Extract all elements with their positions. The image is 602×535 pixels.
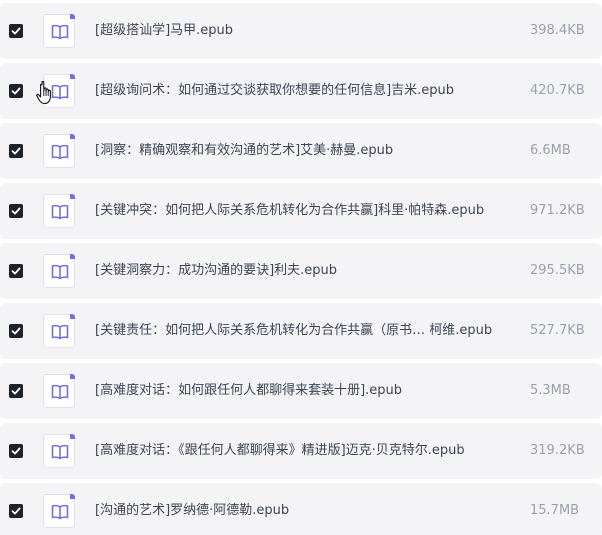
file-checkbox[interactable]	[9, 384, 23, 398]
file-checkbox[interactable]	[9, 204, 23, 218]
file-row[interactable]: [超级搭讪学]马甲.epub 398.4KB	[0, 3, 602, 59]
file-name: [关键洞察力：成功沟通的要诀]利夫.epub	[95, 263, 338, 278]
file-row[interactable]: [关键责任：如何把人际关系危机转化为合作共赢（原书… 柯维.epub 527.7…	[0, 303, 602, 359]
file-checkbox[interactable]	[9, 84, 23, 98]
file-checkbox[interactable]	[9, 324, 23, 338]
book-icon	[43, 74, 75, 108]
file-name: [洞察：精确观察和有效沟通的艺术]艾美·赫曼.epub	[95, 143, 394, 158]
book-icon	[43, 314, 75, 348]
book-icon	[43, 14, 75, 48]
file-size: 5.3MB	[530, 383, 571, 398]
file-checkbox[interactable]	[9, 504, 23, 518]
book-icon	[43, 374, 75, 408]
checkmark-icon	[11, 207, 21, 215]
file-size: 971.2KB	[530, 203, 585, 218]
file-name: [沟通的艺术]罗纳德·阿德勒.epub	[95, 503, 290, 518]
file-name: [超级询问术：如何通过交谈获取你想要的任何信息]吉米.epub	[95, 83, 455, 98]
file-name: [关键责任：如何把人际关系危机转化为合作共赢（原书… 柯维.epub	[95, 323, 493, 338]
book-icon	[43, 494, 75, 528]
file-row[interactable]: [沟通的艺术]罗纳德·阿德勒.epub 15.7MB	[0, 483, 602, 535]
file-checkbox[interactable]	[9, 264, 23, 278]
file-row[interactable]: [关键洞察力：成功沟通的要诀]利夫.epub 295.5KB	[0, 243, 602, 299]
file-size: 319.2KB	[530, 443, 585, 458]
file-name: [高难度对话：如何跟任何人都聊得来套装十册].epub	[95, 383, 403, 398]
book-icon	[43, 194, 75, 228]
checkmark-icon	[11, 507, 21, 515]
checkmark-icon	[11, 87, 21, 95]
file-checkbox[interactable]	[9, 144, 23, 158]
file-checkbox[interactable]	[9, 444, 23, 458]
checkmark-icon	[11, 387, 21, 395]
book-icon	[43, 434, 75, 468]
file-name: [关键冲突：如何把人际关系危机转化为合作共赢]科里·帕特森.epub	[95, 203, 485, 218]
file-size: 6.6MB	[530, 143, 571, 158]
file-size: 398.4KB	[530, 23, 585, 38]
file-checkbox[interactable]	[9, 24, 23, 38]
file-size: 420.7KB	[530, 83, 585, 98]
book-icon	[43, 254, 75, 288]
file-size: 15.7MB	[530, 503, 580, 518]
book-icon	[43, 134, 75, 168]
checkmark-icon	[11, 147, 21, 155]
file-row[interactable]: [高难度对话：如何跟任何人都聊得来套装十册].epub 5.3MB	[0, 363, 602, 419]
file-name: [超级搭讪学]马甲.epub	[95, 23, 234, 38]
file-size: 295.5KB	[530, 263, 585, 278]
file-size: 527.7KB	[530, 323, 585, 338]
file-row[interactable]: [关键冲突：如何把人际关系危机转化为合作共赢]科里·帕特森.epub 971.2…	[0, 183, 602, 239]
file-list: [超级搭讪学]马甲.epub 398.4KB [超级询问术：如何通过交谈获取你想…	[0, 0, 602, 535]
checkmark-icon	[11, 447, 21, 455]
checkmark-icon	[11, 27, 21, 35]
file-row[interactable]: [高难度对话：《跟任何人都聊得来》精进版]迈克·贝克特尔.epub 319.2K…	[0, 423, 602, 479]
checkmark-icon	[11, 267, 21, 275]
checkmark-icon	[11, 327, 21, 335]
file-row[interactable]: [超级询问术：如何通过交谈获取你想要的任何信息]吉米.epub 420.7KB	[0, 63, 602, 119]
file-name: [高难度对话：《跟任何人都聊得来》精进版]迈克·贝克特尔.epub	[95, 443, 465, 458]
file-row[interactable]: [洞察：精确观察和有效沟通的艺术]艾美·赫曼.epub 6.6MB	[0, 123, 602, 179]
